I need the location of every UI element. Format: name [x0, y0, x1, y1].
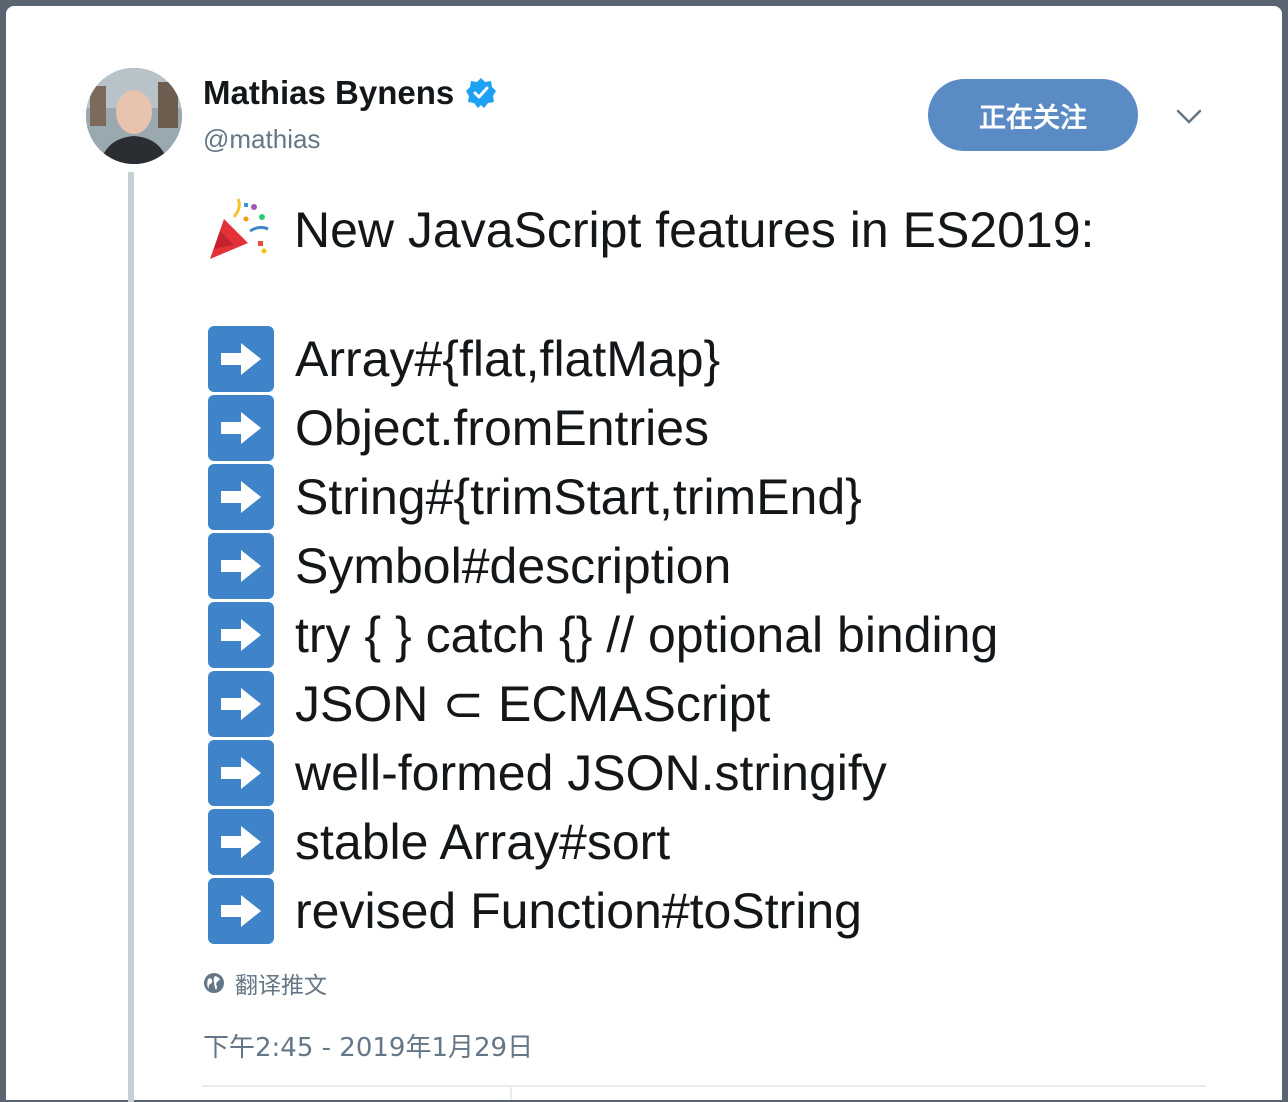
list-item: well-formed JSON.stringify — [204, 738, 1094, 807]
list-item: JSON ⊂ ECMAScript — [204, 669, 1094, 738]
list-item: Symbol#description — [204, 531, 1094, 600]
thread-line — [128, 172, 134, 1102]
tweet-headline: New JavaScript features in ES2019: — [294, 202, 1095, 258]
verified-badge-icon — [466, 78, 497, 108]
feature-text: try { } catch {} // optional binding — [295, 606, 999, 663]
right-arrow-icon — [208, 739, 274, 806]
right-arrow-icon — [208, 808, 274, 875]
tweet-timestamp[interactable]: 下午2:45 - 2019年1月29日 — [203, 1027, 533, 1064]
feature-text: JSON ⊂ ECMAScript — [295, 675, 771, 732]
party-popper-icon — [210, 198, 269, 259]
avatar[interactable] — [86, 68, 182, 164]
feature-text: stable Array#sort — [295, 813, 671, 870]
feature-text: well-formed JSON.stringify — [295, 744, 887, 801]
author-display-name[interactable]: Mathias Bynens — [203, 74, 454, 112]
translate-tweet-link[interactable]: 翻译推文 — [203, 966, 327, 1000]
author-handle[interactable]: @mathias — [203, 124, 320, 155]
globe-icon — [204, 973, 224, 993]
right-arrow-icon — [208, 670, 274, 737]
feature-text: revised Function#toString — [295, 882, 862, 939]
list-item: try { } catch {} // optional binding — [204, 600, 1094, 669]
feature-text: Symbol#description — [295, 537, 732, 594]
feature-text: Object.fromEntries — [295, 399, 710, 456]
feature-text: String#{trimStart,trimEnd} — [295, 468, 862, 525]
list-item: revised Function#toString — [204, 876, 1094, 945]
feature-text: Array#{flat,flatMap} — [295, 330, 721, 387]
right-arrow-icon — [208, 877, 274, 944]
right-arrow-icon — [208, 325, 274, 392]
divider — [510, 1087, 512, 1100]
right-arrow-icon — [208, 394, 274, 461]
list-item: String#{trimStart,trimEnd} — [204, 462, 1094, 531]
divider — [202, 1085, 1206, 1087]
right-arrow-icon — [208, 601, 274, 668]
tweet-text: New JavaScript features in ES2019: Array… — [204, 192, 1094, 945]
list-item: stable Array#sort — [204, 807, 1094, 876]
list-item: Array#{flat,flatMap} — [204, 324, 1094, 393]
chevron-down-icon[interactable] — [1176, 107, 1202, 127]
list-item: Object.fromEntries — [204, 393, 1094, 462]
right-arrow-icon — [208, 463, 274, 530]
right-arrow-icon — [208, 532, 274, 599]
following-button[interactable]: 正在关注 — [928, 79, 1138, 151]
feature-list: Array#{flat,flatMap} Object.fromEntries … — [204, 324, 1094, 945]
translate-label[interactable]: 翻译推文 — [235, 966, 327, 1000]
